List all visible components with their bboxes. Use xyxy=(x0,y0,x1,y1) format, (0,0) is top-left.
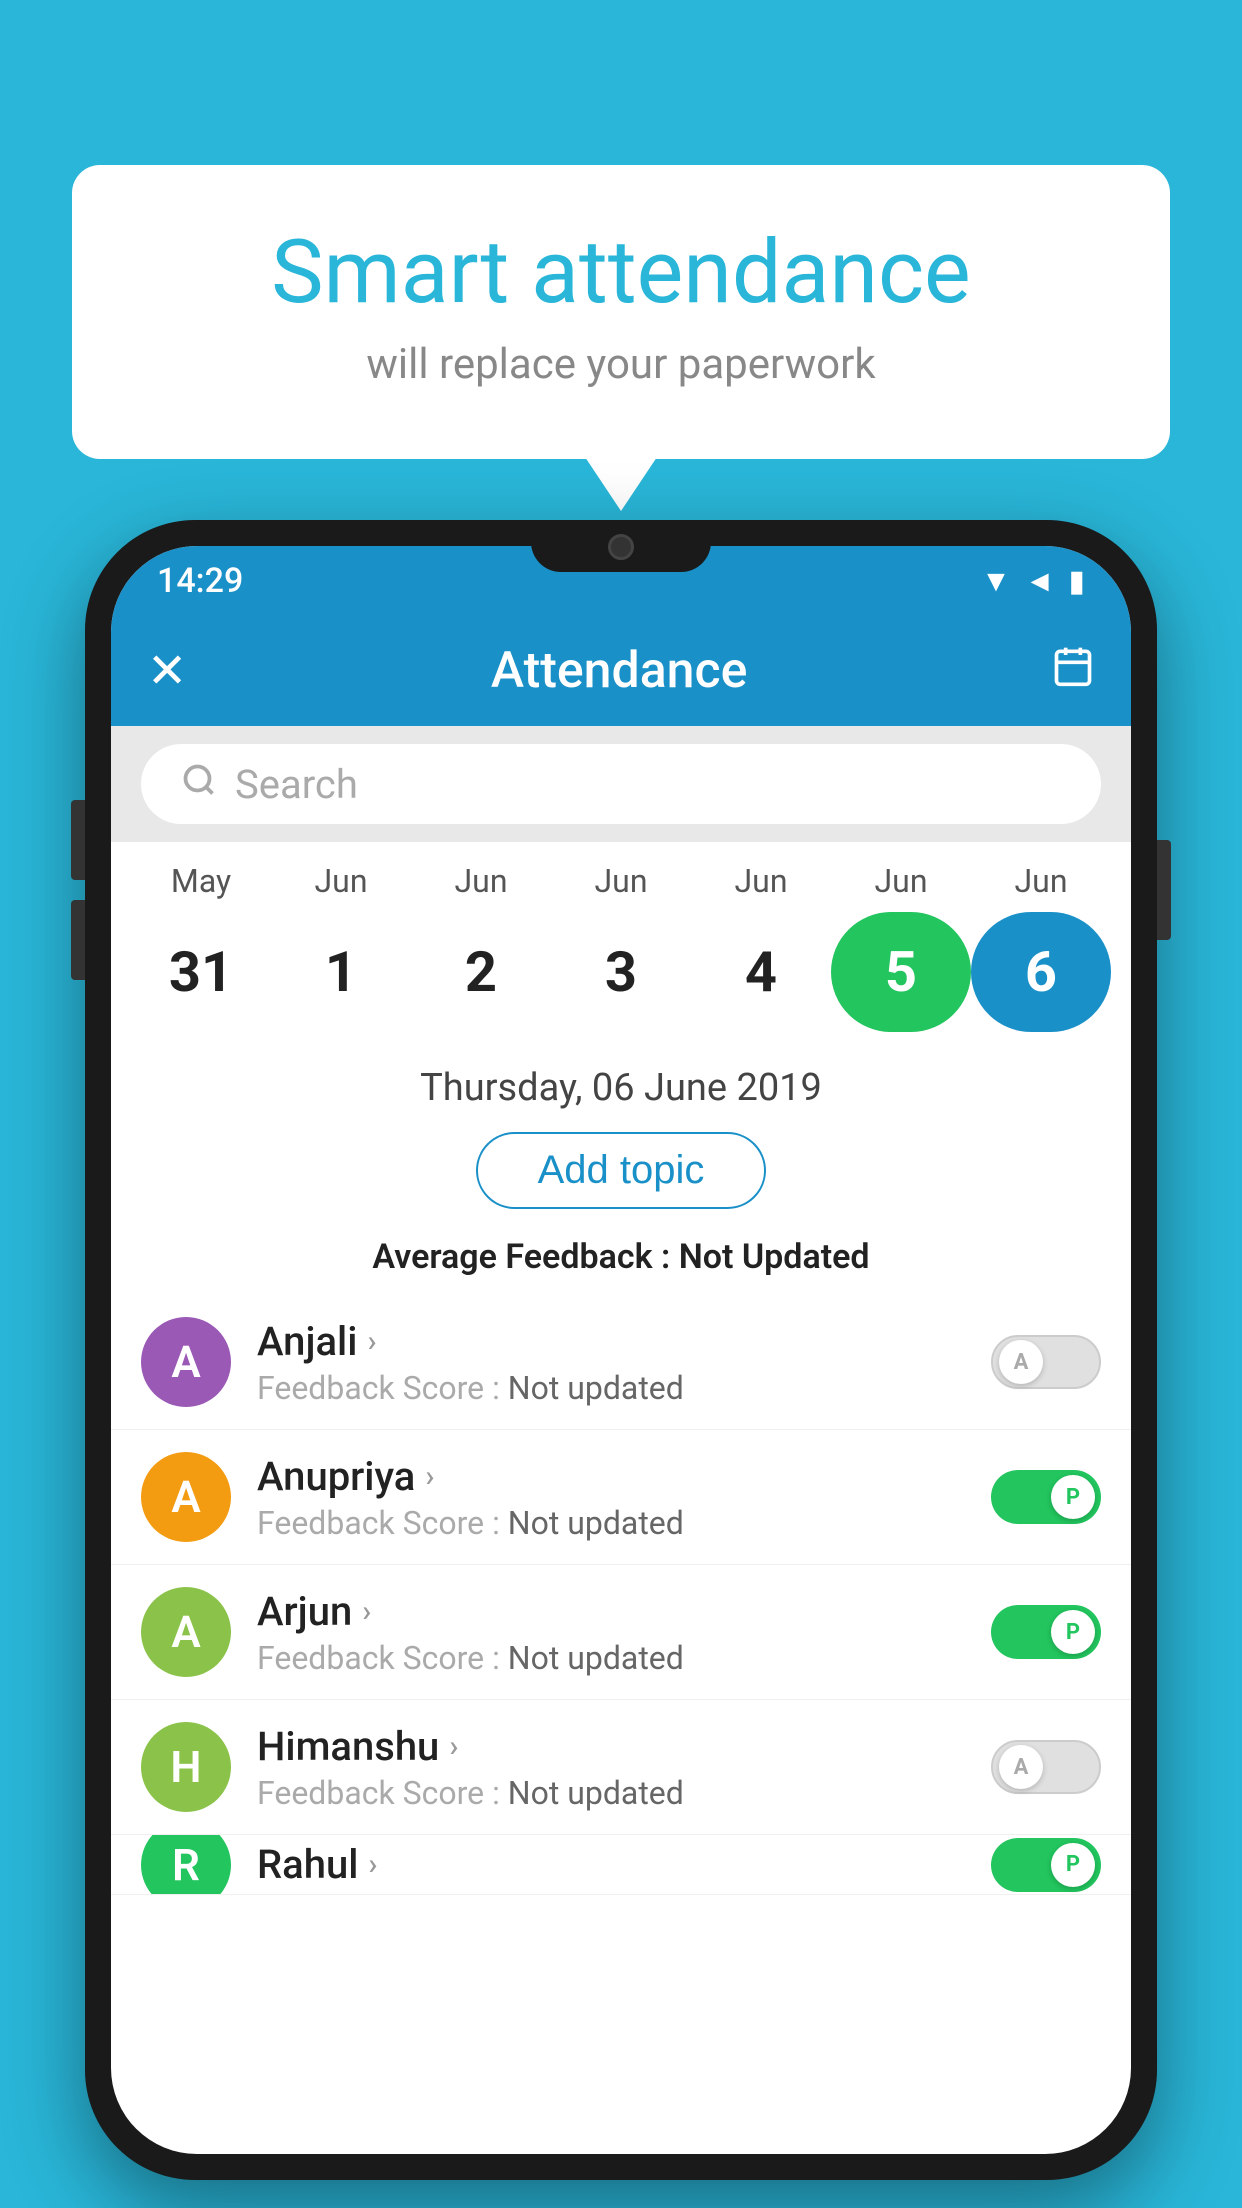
attendance-toggle-rahul[interactable]: P xyxy=(991,1838,1101,1892)
toggle-knob-rahul: P xyxy=(1051,1843,1095,1887)
volume-up-button[interactable] xyxy=(71,800,85,880)
toggle-knob-arjun: P xyxy=(1051,1610,1095,1654)
search-icon xyxy=(181,762,217,807)
cal-day-4[interactable]: 4 xyxy=(691,912,831,1032)
student-row-rahul: R Rahul › P xyxy=(111,1835,1131,1895)
speech-bubble: Smart attendance will replace your paper… xyxy=(72,165,1170,459)
date-label: Thursday, 06 June 2019 xyxy=(111,1052,1131,1118)
student-name-arjun[interactable]: Arjun › xyxy=(257,1588,991,1635)
volume-down-button[interactable] xyxy=(71,900,85,980)
search-placeholder: Search xyxy=(235,761,358,808)
cal-month-1: Jun xyxy=(271,862,411,900)
attendance-toggle-anjali[interactable]: A xyxy=(991,1335,1101,1389)
student-avatar-rahul: R xyxy=(141,1835,231,1895)
student-avatar-himanshu: H xyxy=(141,1722,231,1812)
student-row-anupriya: A Anupriya › Feedback Score : Not update… xyxy=(111,1430,1131,1565)
toggle-knob-anupriya: P xyxy=(1051,1475,1095,1519)
student-avatar-anupriya: A xyxy=(141,1452,231,1542)
toggle-knob-himanshu: A xyxy=(999,1745,1043,1789)
student-name-himanshu[interactable]: Himanshu › xyxy=(257,1723,991,1770)
close-button[interactable]: ✕ xyxy=(147,647,187,695)
student-row-anjali: A Anjali › Feedback Score : Not updated … xyxy=(111,1295,1131,1430)
chevron-icon: › xyxy=(449,1729,458,1764)
wifi-icon: ▼ xyxy=(981,564,1011,599)
status-icons: ▼ ◄ ▮ xyxy=(981,564,1085,599)
cal-month-5: Jun xyxy=(831,862,971,900)
student-row-himanshu: H Himanshu › Feedback Score : Not update… xyxy=(111,1700,1131,1835)
student-name-anupriya[interactable]: Anupriya › xyxy=(257,1453,991,1500)
phone-notch xyxy=(531,520,711,572)
power-button[interactable] xyxy=(1157,840,1171,940)
cal-month-6: Jun xyxy=(971,862,1111,900)
toggle-knob-anjali: A xyxy=(999,1340,1043,1384)
cal-month-0: May xyxy=(131,862,271,900)
student-info-rahul: Rahul › xyxy=(257,1841,991,1888)
phone-screen: 14:29 ▼ ◄ ▮ ✕ Attendance xyxy=(111,546,1131,2154)
chevron-icon: › xyxy=(425,1459,434,1494)
student-name-rahul[interactable]: Rahul › xyxy=(257,1841,991,1888)
search-bar-container: Search xyxy=(111,726,1131,842)
attendance-toggle-arjun[interactable]: P xyxy=(991,1605,1101,1659)
cal-month-3: Jun xyxy=(551,862,691,900)
app-title: Attendance xyxy=(491,642,748,700)
cal-month-2: Jun xyxy=(411,862,551,900)
phone-camera xyxy=(608,534,634,560)
student-info-anjali: Anjali › Feedback Score : Not updated xyxy=(257,1318,991,1407)
cal-day-1[interactable]: 1 xyxy=(271,912,411,1032)
app-header: ✕ Attendance xyxy=(111,616,1131,726)
toggle-himanshu[interactable]: A xyxy=(991,1740,1101,1794)
toggle-anupriya[interactable]: P xyxy=(991,1470,1101,1524)
toggle-arjun[interactable]: P xyxy=(991,1605,1101,1659)
chevron-icon: › xyxy=(368,1847,377,1882)
cal-day-31[interactable]: 31 xyxy=(131,912,271,1032)
phone-frame: 14:29 ▼ ◄ ▮ ✕ Attendance xyxy=(85,520,1157,2180)
add-topic-container: Add topic xyxy=(111,1118,1131,1227)
student-list: A Anjali › Feedback Score : Not updated … xyxy=(111,1295,1131,1895)
chevron-icon: › xyxy=(362,1594,371,1629)
cal-day-5-today[interactable]: 5 xyxy=(831,912,971,1032)
student-feedback-anjali: Feedback Score : Not updated xyxy=(257,1369,991,1407)
bubble-subtitle: will replace your paperwork xyxy=(152,340,1090,389)
student-feedback-anupriya: Feedback Score : Not updated xyxy=(257,1504,991,1542)
student-avatar-arjun: A xyxy=(141,1587,231,1677)
cal-day-6-selected[interactable]: 6 xyxy=(971,912,1111,1032)
student-feedback-himanshu: Feedback Score : Not updated xyxy=(257,1774,991,1812)
student-feedback-arjun: Feedback Score : Not updated xyxy=(257,1639,991,1677)
battery-icon: ▮ xyxy=(1068,564,1085,599)
calendar-months: May Jun Jun Jun Jun Jun Jun xyxy=(131,862,1111,904)
signal-icon: ◄ xyxy=(1025,564,1055,599)
student-info-anupriya: Anupriya › Feedback Score : Not updated xyxy=(257,1453,991,1542)
calendar-days: 31 1 2 3 4 5 6 xyxy=(131,904,1111,1052)
cal-day-2[interactable]: 2 xyxy=(411,912,551,1032)
calendar-strip: May Jun Jun Jun Jun Jun Jun 31 1 2 3 4 5… xyxy=(111,842,1131,1052)
cal-month-4: Jun xyxy=(691,862,831,900)
calendar-icon[interactable] xyxy=(1051,644,1095,699)
status-time: 14:29 xyxy=(157,561,243,601)
attendance-toggle-anupriya[interactable]: P xyxy=(991,1470,1101,1524)
cal-day-3[interactable]: 3 xyxy=(551,912,691,1032)
chevron-icon: › xyxy=(367,1324,376,1359)
student-row-arjun: A Arjun › Feedback Score : Not updated P xyxy=(111,1565,1131,1700)
student-info-himanshu: Himanshu › Feedback Score : Not updated xyxy=(257,1723,991,1812)
attendance-toggle-himanshu[interactable]: A xyxy=(991,1740,1101,1794)
student-avatar-anjali: A xyxy=(141,1317,231,1407)
student-info-arjun: Arjun › Feedback Score : Not updated xyxy=(257,1588,991,1677)
add-topic-button[interactable]: Add topic xyxy=(476,1132,767,1209)
toggle-anjali[interactable]: A xyxy=(991,1335,1101,1389)
toggle-rahul[interactable]: P xyxy=(991,1838,1101,1892)
student-name-anjali[interactable]: Anjali › xyxy=(257,1318,991,1365)
avg-feedback: Average Feedback : Not Updated xyxy=(111,1227,1131,1295)
search-bar[interactable]: Search xyxy=(141,744,1101,824)
bubble-title: Smart attendance xyxy=(152,225,1090,322)
